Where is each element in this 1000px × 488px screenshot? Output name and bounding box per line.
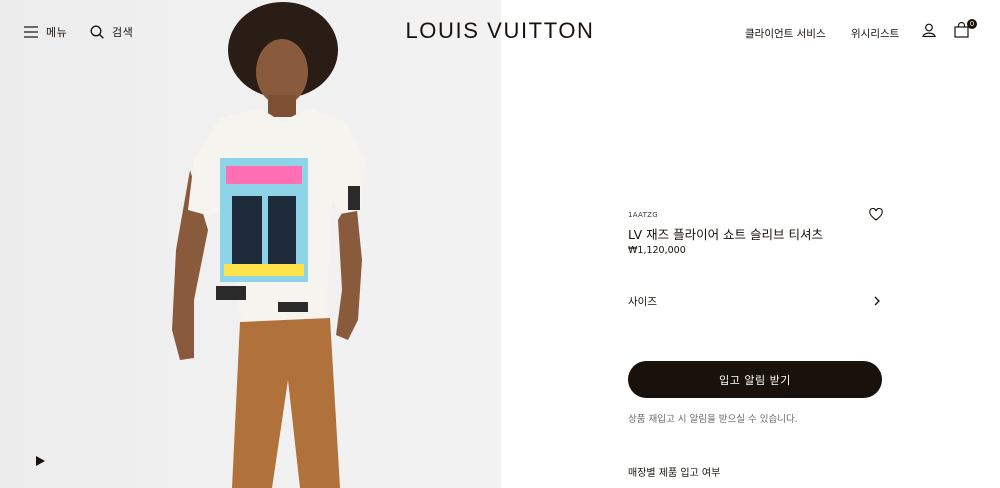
notify-restock-button[interactable]: 입고 알림 받기 bbox=[628, 361, 882, 398]
product-title: LV 재즈 플라이어 쇼트 슬리브 티셔츠 bbox=[628, 227, 824, 242]
heart-icon[interactable] bbox=[869, 208, 883, 221]
chevron-right-icon bbox=[874, 296, 880, 306]
store-availability-link[interactable]: 매장별 제품 입고 여부 bbox=[628, 464, 720, 479]
site-header: 메뉴 검색 LOUIS VUITTON 클라이언트 서비스 위시리스트 0 bbox=[0, 0, 1000, 62]
product-info-panel: 1AATZG LV 재즈 플라이어 쇼트 슬리브 티셔츠 ₩1,120,000 … bbox=[628, 0, 883, 488]
account-icon bbox=[922, 23, 936, 37]
product-sku: 1AATZG bbox=[628, 211, 658, 219]
size-selector[interactable]: 사이즈 bbox=[628, 288, 882, 314]
product-media bbox=[0, 0, 501, 488]
account-button[interactable] bbox=[922, 23, 936, 37]
size-label: 사이즈 bbox=[628, 295, 657, 308]
play-icon[interactable] bbox=[34, 455, 46, 467]
product-price: ₩1,120,000 bbox=[628, 245, 686, 256]
brand-logo[interactable]: LOUIS VUITTON bbox=[0, 18, 1000, 44]
wishlist-link[interactable]: 위시리스트 bbox=[851, 26, 899, 41]
bag-count-badge: 0 bbox=[967, 19, 977, 29]
client-service-link[interactable]: 클라이언트 서비스 bbox=[745, 26, 826, 41]
shopping-bag-button[interactable]: 0 bbox=[954, 19, 977, 38]
restock-note: 상품 재입고 시 알림을 받으실 수 있습니다. bbox=[628, 414, 798, 425]
model-photo bbox=[172, 2, 365, 488]
